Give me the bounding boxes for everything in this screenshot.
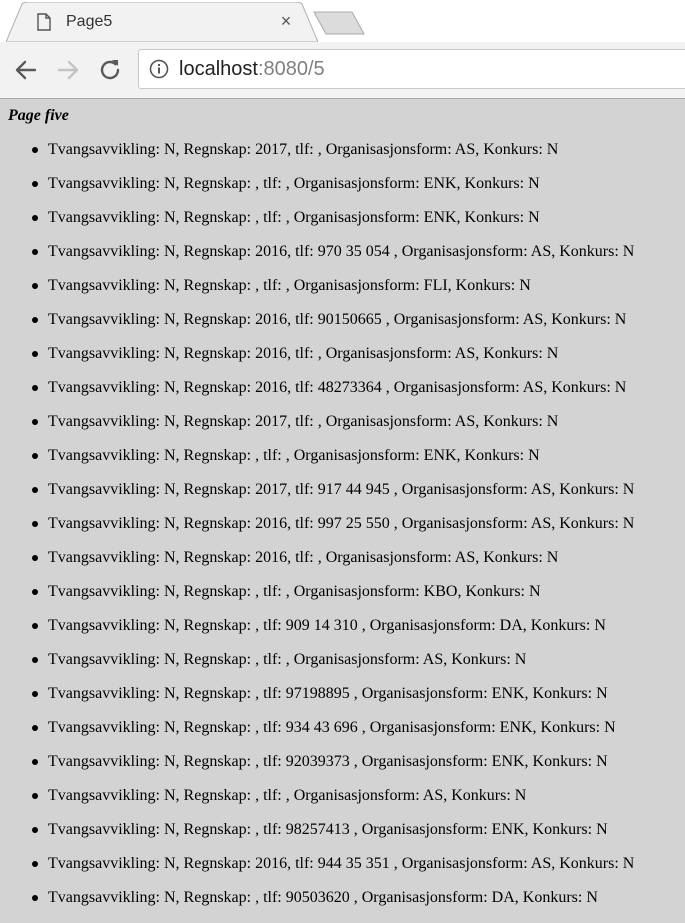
- list-item-text: Tvangsavvikling: N, Regnskap: 2016, tlf:…: [48, 311, 627, 328]
- list-item: Tvangsavvikling: N, Regnskap: , tlf: , O…: [0, 447, 634, 481]
- list-item: Tvangsavvikling: N, Regnskap: , tlf: , O…: [0, 583, 634, 617]
- list-item-text: Tvangsavvikling: N, Regnskap: , tlf: , O…: [48, 209, 540, 226]
- list-item: Tvangsavvikling: N, Regnskap: 2016, tlf:…: [0, 379, 634, 413]
- list-item-text: Tvangsavvikling: N, Regnskap: 2017, tlf:…: [48, 413, 559, 430]
- forward-arrow-icon: [54, 60, 82, 88]
- list-item: Tvangsavvikling: N, Regnskap: 2017, tlf:…: [0, 481, 634, 515]
- list-item-text: Tvangsavvikling: N, Regnskap: , tlf: 934…: [48, 719, 616, 736]
- list-item: Tvangsavvikling: N, Regnskap: 2016, tlf:…: [0, 311, 634, 345]
- list-item: Tvangsavvikling: N, Regnskap: , tlf: 982…: [0, 821, 634, 855]
- list-item: Tvangsavvikling: N, Regnskap: , tlf: , O…: [0, 209, 634, 243]
- tab-strip: Page5 ×: [0, 0, 685, 42]
- tab-page5[interactable]: Page5 ×: [6, 2, 318, 42]
- list-item-text: Tvangsavvikling: N, Regnskap: 2016, tlf:…: [48, 243, 635, 260]
- list-item: Tvangsavvikling: N, Regnskap: , tlf: , O…: [0, 175, 634, 209]
- list-item: Tvangsavvikling: N, Regnskap: , tlf: 971…: [0, 685, 634, 719]
- bullet-icon: [32, 725, 38, 731]
- reload-icon: [96, 60, 124, 88]
- bullet-icon: [32, 453, 38, 459]
- bullet-icon: [32, 827, 38, 833]
- list-item-text: Tvangsavvikling: N, Regnskap: , tlf: , O…: [48, 787, 527, 804]
- list-item: Tvangsavvikling: N, Regnskap: , tlf: 920…: [0, 753, 634, 787]
- list-item-text: Tvangsavvikling: N, Regnskap: , tlf: , O…: [48, 447, 540, 464]
- page-icon: [36, 13, 52, 31]
- bullet-icon: [32, 351, 38, 357]
- back-arrow-icon: [12, 60, 40, 88]
- bullet-icon: [32, 283, 38, 289]
- reload-button[interactable]: [96, 56, 124, 84]
- tab-shape: [6, 2, 318, 42]
- list-item-text: Tvangsavvikling: N, Regnskap: 2016, tlf:…: [48, 379, 627, 396]
- list-item-text: Tvangsavvikling: N, Regnskap: 2016, tlf:…: [48, 549, 559, 566]
- bullet-icon: [32, 759, 38, 765]
- bullet-icon: [32, 249, 38, 255]
- list-item: Tvangsavvikling: N, Regnskap: 2016, tlf:…: [0, 515, 634, 549]
- bullet-icon: [32, 181, 38, 187]
- list-item-text: Tvangsavvikling: N, Regnskap: , tlf: 905…: [48, 889, 598, 906]
- list-item: Tvangsavvikling: N, Regnskap: , tlf: 934…: [0, 719, 634, 753]
- bullet-icon: [32, 487, 38, 493]
- bullet-icon: [32, 521, 38, 527]
- list-item: Tvangsavvikling: N, Regnskap: , tlf: , O…: [0, 787, 634, 821]
- list-item-text: Tvangsavvikling: N, Regnskap: 2017, tlf:…: [48, 141, 559, 158]
- tab-title: Page5: [66, 13, 113, 30]
- url-text: localhost:8080/5: [179, 58, 325, 81]
- list-item-text: Tvangsavvikling: N, Regnskap: 2016, tlf:…: [48, 515, 635, 532]
- list-item-text: Tvangsavvikling: N, Regnskap: , tlf: , O…: [48, 175, 540, 192]
- url-host: localhost: [179, 58, 258, 80]
- list-item-text: Tvangsavvikling: N, Regnskap: , tlf: , O…: [48, 277, 531, 294]
- list-item-text: Tvangsavvikling: N, Regnskap: , tlf: 920…: [48, 753, 608, 770]
- list-item: Tvangsavvikling: N, Regnskap: 2016, tlf:…: [0, 345, 634, 379]
- bullet-icon: [32, 385, 38, 391]
- list-item: Tvangsavvikling: N, Regnskap: , tlf: , O…: [0, 651, 634, 685]
- bullet-icon: [32, 317, 38, 323]
- bullet-icon: [32, 589, 38, 595]
- bullet-icon: [32, 861, 38, 867]
- list-item: Tvangsavvikling: N, Regnskap: 2016, tlf:…: [0, 243, 634, 277]
- page-title: Page five: [8, 107, 69, 124]
- list-item: Tvangsavvikling: N, Regnskap: 2016, tlf:…: [0, 855, 634, 889]
- bullet-icon: [32, 895, 38, 901]
- address-bar[interactable]: localhost:8080/5: [138, 49, 685, 89]
- info-icon[interactable]: [149, 59, 169, 79]
- list-item: Tvangsavvikling: N, Regnskap: 2017, tlf:…: [0, 413, 634, 447]
- back-button[interactable]: [12, 56, 40, 84]
- bullet-icon: [32, 147, 38, 153]
- list-item: Tvangsavvikling: N, Regnskap: 2017, tlf:…: [0, 141, 634, 175]
- list-item-text: Tvangsavvikling: N, Regnskap: 2016, tlf:…: [48, 855, 635, 872]
- new-tab-button[interactable]: [312, 10, 366, 36]
- bullet-icon: [32, 555, 38, 561]
- list-item: Tvangsavvikling: N, Regnskap: , tlf: , O…: [0, 277, 634, 311]
- record-list: Tvangsavvikling: N, Regnskap: 2017, tlf:…: [0, 141, 634, 923]
- browser-chrome: Page5 × localhost:8080/5: [0, 0, 685, 99]
- forward-button[interactable]: [54, 56, 82, 84]
- bullet-icon: [32, 691, 38, 697]
- bullet-icon: [32, 215, 38, 221]
- list-item-text: Tvangsavvikling: N, Regnskap: , tlf: , O…: [48, 583, 541, 600]
- list-item-text: Tvangsavvikling: N, Regnskap: , tlf: , O…: [48, 651, 527, 668]
- list-item-text: Tvangsavvikling: N, Regnskap: , tlf: 971…: [48, 685, 608, 702]
- list-item-text: Tvangsavvikling: N, Regnskap: 2017, tlf:…: [48, 481, 635, 498]
- list-item-text: Tvangsavvikling: N, Regnskap: 2016, tlf:…: [48, 345, 559, 362]
- list-item: Tvangsavvikling: N, Regnskap: 2016, tlf:…: [0, 549, 634, 583]
- list-item-text: Tvangsavvikling: N, Regnskap: , tlf: 909…: [48, 617, 606, 634]
- bullet-icon: [32, 623, 38, 629]
- list-item: Tvangsavvikling: N, Regnskap: , tlf: 909…: [0, 617, 634, 651]
- url-port-path: :8080/5: [257, 58, 325, 80]
- bullet-icon: [32, 657, 38, 663]
- bullet-icon: [32, 419, 38, 425]
- close-icon[interactable]: ×: [276, 11, 296, 31]
- list-item: Tvangsavvikling: N, Regnskap: , tlf: 905…: [0, 889, 634, 923]
- bullet-icon: [32, 793, 38, 799]
- list-item-text: Tvangsavvikling: N, Regnskap: , tlf: 982…: [48, 821, 608, 838]
